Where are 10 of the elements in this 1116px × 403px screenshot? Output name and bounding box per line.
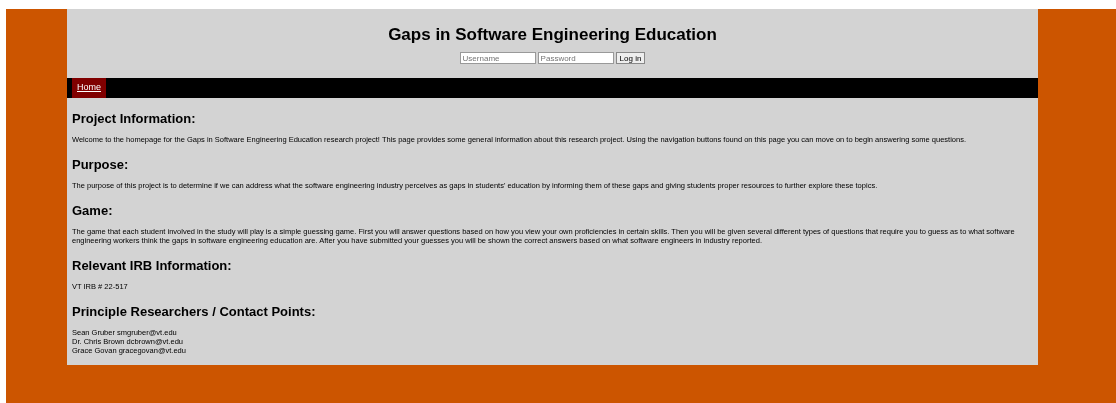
login-button[interactable]: Log in <box>615 52 646 64</box>
section-heading: Project Information: <box>72 111 197 126</box>
section-heading: Relevant IRB Information: <box>72 258 233 273</box>
section-heading: Purpose: <box>72 157 130 172</box>
site-title: Gaps in Software Engineering Education <box>388 25 717 45</box>
nav-link[interactable]: Home <box>72 78 106 98</box>
section-heading: Principle Researchers / Contact Points: <box>72 304 317 319</box>
section-heading: Game: <box>72 203 114 218</box>
password-field[interactable]: Password <box>537 52 614 64</box>
username-field[interactable]: Username <box>459 52 536 64</box>
